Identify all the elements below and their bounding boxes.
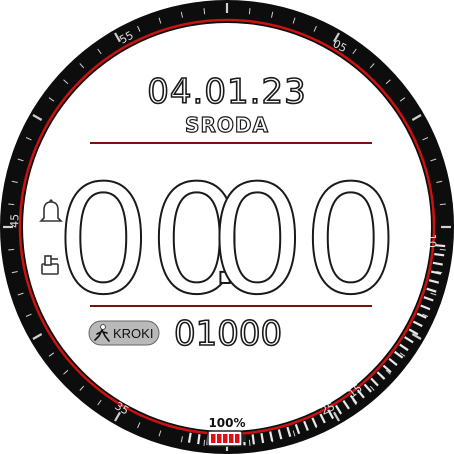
time-minutes: 00 [210, 154, 397, 328]
bezel-tick [248, 439, 251, 446]
date-display: 04.01.23 [147, 72, 306, 112]
steps-label: KROKI [113, 326, 153, 341]
bezel-tick [8, 203, 15, 206]
steps-gauge-segment [251, 434, 255, 445]
battery-level-fill [211, 434, 240, 443]
bezel-tick [203, 439, 206, 446]
battery-icon [207, 430, 246, 447]
battery-cell [211, 434, 216, 443]
battery-cell [229, 434, 234, 443]
steps-value: 01000 [174, 314, 282, 354]
battery-percent: 100% [208, 416, 245, 430]
bezel-tick [203, 8, 206, 15]
alarm-icon [41, 255, 59, 275]
bezel-tick [439, 248, 446, 251]
steps-gauge-segment [434, 252, 445, 257]
steps-gauge-segment [197, 434, 201, 445]
watch-face: 55 05 10 15 25 35 45 04.01.23 SRODA 00 :… [0, 0, 454, 454]
bezel-tick [248, 8, 251, 15]
bezel-tick [8, 248, 15, 251]
weekday-label: SRODA [185, 113, 269, 137]
bezel-number-45: 45 [8, 214, 21, 228]
bezel-tick [439, 203, 446, 206]
battery-cell [217, 434, 222, 443]
battery-cell [223, 434, 228, 443]
steps-badge: KROKI [88, 320, 160, 346]
battery-cell [235, 434, 240, 443]
